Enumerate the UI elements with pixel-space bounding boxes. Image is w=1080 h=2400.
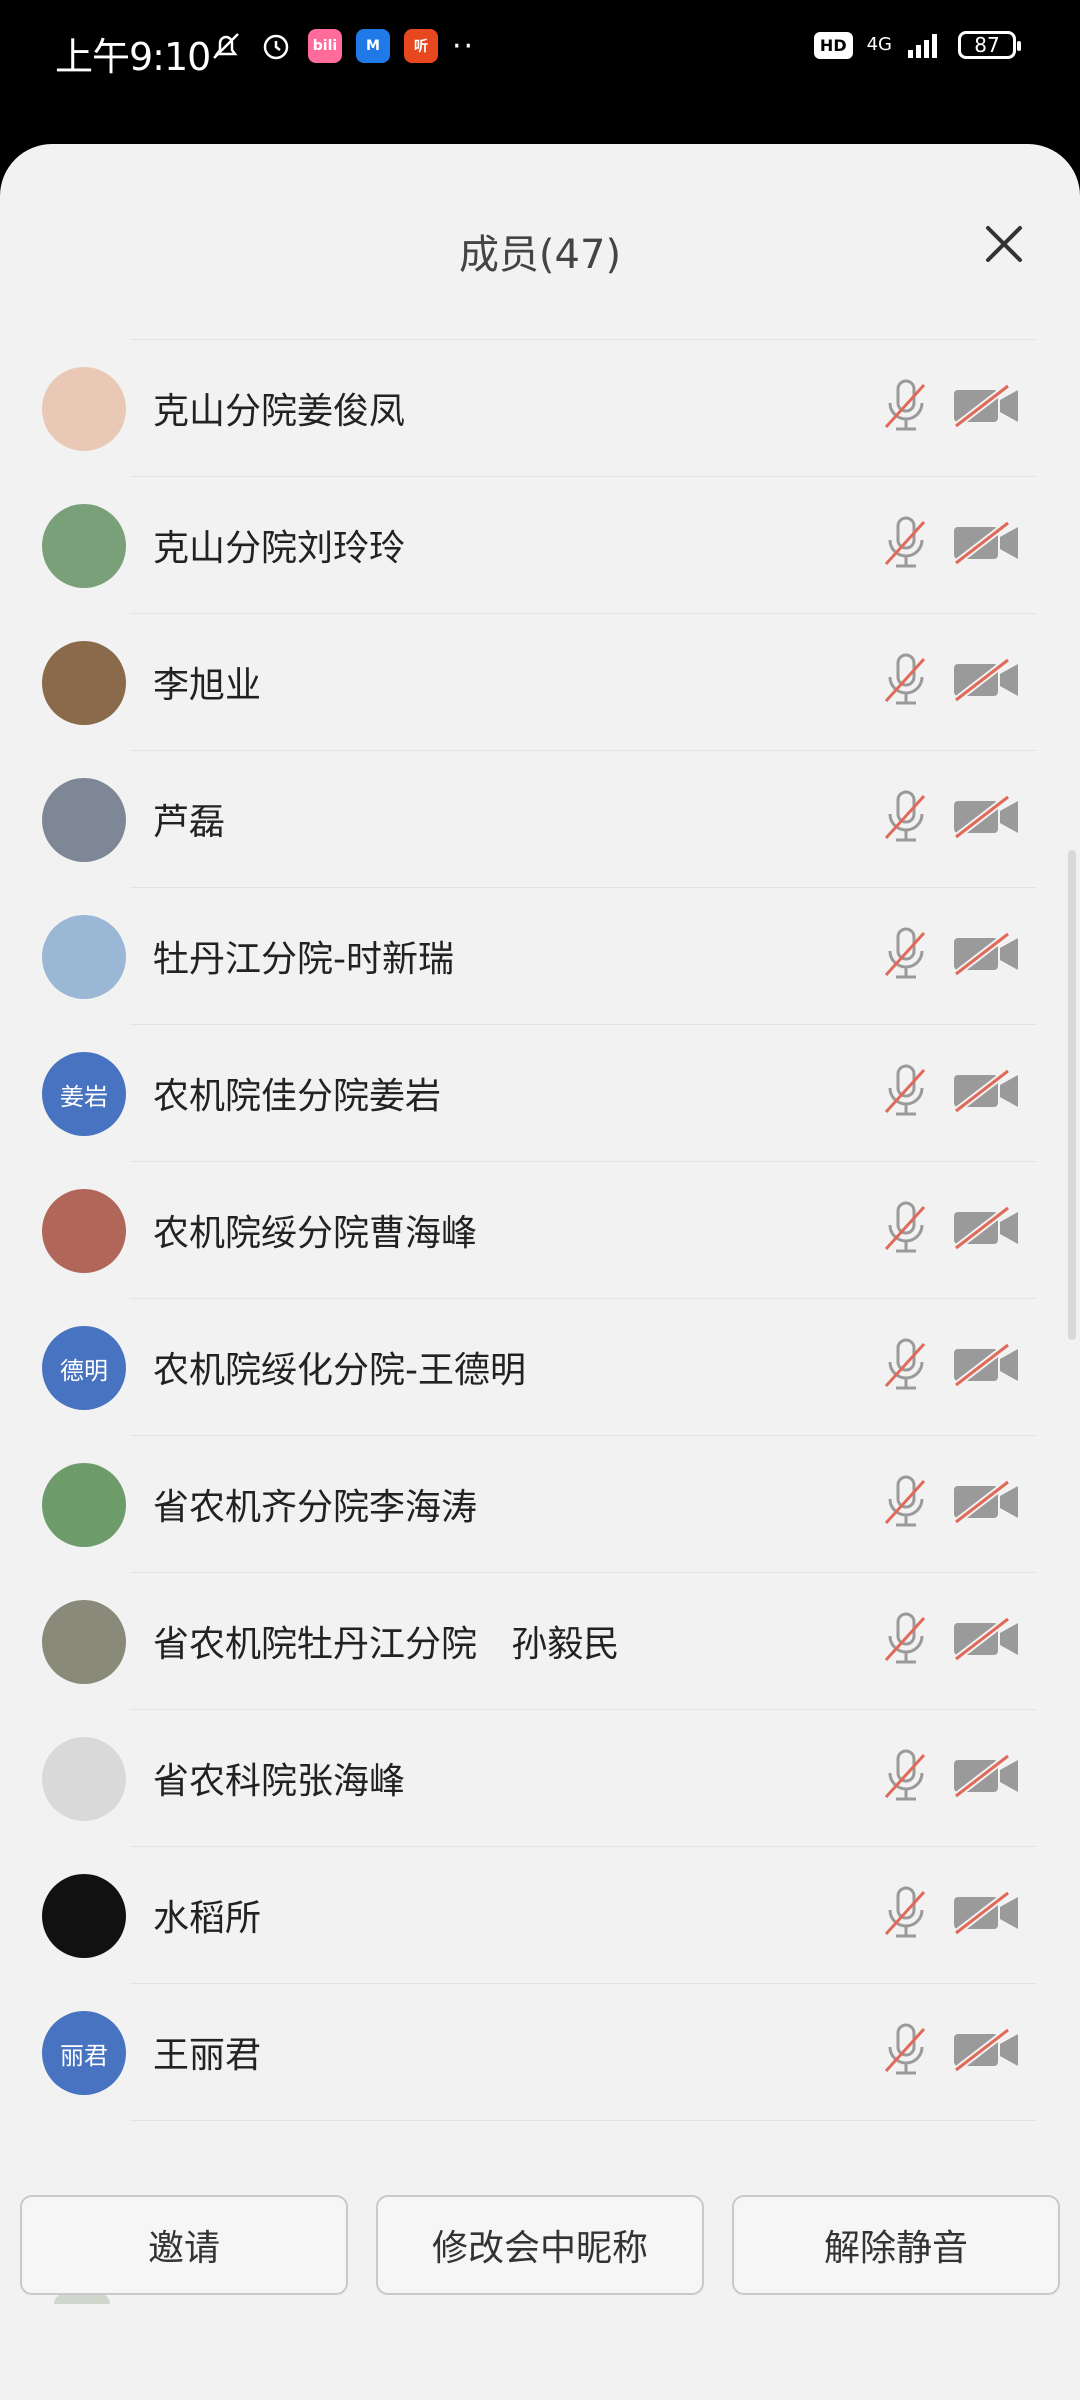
mic-muted-icon[interactable] — [878, 1471, 934, 1531]
member-row[interactable]: 省农科院张海峰 — [0, 1710, 1080, 1847]
battery-icon: 87 — [958, 31, 1021, 59]
member-row[interactable]: 芦磊 — [0, 751, 1080, 888]
member-name: 农机院佳分院姜岩 — [153, 1076, 442, 1117]
mic-muted-icon[interactable] — [878, 1197, 934, 1257]
member-name: 克山分院姜俊凤 — [153, 391, 406, 432]
hd-icon: HD — [813, 31, 853, 59]
member-avatar — [42, 1737, 126, 1821]
network-type: 4G — [866, 34, 892, 55]
camera-off-icon[interactable] — [952, 517, 1022, 567]
member-avatar — [42, 1463, 126, 1547]
member-row[interactable]: 克山分院姜俊凤 — [0, 340, 1080, 477]
member-avatar — [42, 504, 126, 588]
member-row[interactable]: 农机院绥分院曹海峰 — [0, 1162, 1080, 1299]
member-name: 牡丹江分院-时新瑞 — [153, 939, 454, 980]
member-avatar: 丽君 — [42, 2011, 126, 2095]
members-sheet: 成员(47) 克山分院姜俊凤 克山分院刘玲玲 李旭业 芦磊 牡丹江分院-时新瑞 … — [0, 144, 1080, 2400]
status-right-icons: HD 4G 87 — [813, 30, 1021, 60]
member-name: 农机院绥分院曹海峰 — [153, 1213, 478, 1254]
camera-off-icon[interactable] — [952, 1887, 1022, 1937]
member-avatar — [42, 1874, 126, 1958]
mic-muted-icon[interactable] — [878, 1334, 934, 1394]
mic-muted-icon[interactable] — [878, 649, 934, 709]
camera-off-icon[interactable] — [952, 791, 1022, 841]
member-name: 省农机院牡丹江分院 孙毅民 — [153, 1624, 620, 1665]
member-avatar — [42, 1600, 126, 1684]
mic-muted-icon[interactable] — [878, 923, 934, 983]
member-name: 克山分院刘玲玲 — [153, 528, 406, 569]
mic-muted-icon[interactable] — [878, 1882, 934, 1942]
mic-muted-icon[interactable] — [878, 786, 934, 846]
bottom-actions: 邀请 修改会中昵称 解除静音 — [20, 2195, 1060, 2295]
member-name: 农机院绥化分院-王德明 — [153, 1350, 526, 1391]
member-list[interactable]: 克山分院姜俊凤 克山分院刘玲玲 李旭业 芦磊 牡丹江分院-时新瑞 姜岩 农机院佳… — [0, 340, 1080, 2121]
member-row[interactable]: 水稻所 — [0, 1847, 1080, 1984]
status-time: 上午9:10 — [55, 35, 211, 79]
ting-app-icon: 听 — [404, 29, 438, 63]
member-name: 水稻所 — [153, 1898, 262, 1939]
camera-off-icon[interactable] — [952, 1339, 1022, 1389]
mute-bell-icon — [213, 33, 239, 59]
sheet-header: 成员(47) — [0, 144, 1080, 340]
status-left-icons: bili M 听 ·· — [208, 28, 475, 64]
unmute-all-button[interactable]: 解除静音 — [732, 2195, 1060, 2295]
member-avatar — [42, 1189, 126, 1273]
more-notifications-icon: ·· — [452, 28, 476, 64]
close-icon[interactable] — [980, 220, 1028, 268]
row-divider — [130, 2120, 1036, 2121]
app-blue-app-icon: M — [356, 29, 390, 63]
camera-off-icon[interactable] — [952, 1613, 1022, 1663]
member-avatar: 德明 — [42, 1326, 126, 1410]
rename-button[interactable]: 修改会中昵称 — [376, 2195, 704, 2295]
member-row[interactable]: 德明 农机院绥化分院-王德明 — [0, 1299, 1080, 1436]
member-avatar: 姜岩 — [42, 1052, 126, 1136]
mic-muted-icon[interactable] — [878, 2019, 934, 2079]
member-avatar — [42, 641, 126, 725]
alarm-icon — [263, 34, 289, 60]
member-avatar — [42, 915, 126, 999]
signal-icon — [908, 34, 937, 58]
mic-muted-icon[interactable] — [878, 512, 934, 572]
member-row[interactable]: 克山分院刘玲玲 — [0, 477, 1080, 614]
member-row[interactable]: 牡丹江分院-时新瑞 — [0, 888, 1080, 1025]
member-name: 省农科院张海峰 — [153, 1761, 406, 1802]
invite-button[interactable]: 邀请 — [20, 2195, 348, 2295]
mic-muted-icon[interactable] — [878, 1745, 934, 1805]
member-name: 芦磊 — [153, 802, 226, 843]
member-name: 李旭业 — [153, 665, 262, 706]
member-name: 王丽君 — [153, 2035, 262, 2076]
camera-off-icon[interactable] — [952, 1476, 1022, 1526]
status-bar: 上午9:10 bili M 听 ·· HD 4G 87 — [0, 0, 1080, 110]
avatar-initials: 德明 — [60, 1356, 108, 1385]
member-row[interactable]: 李旭业 — [0, 614, 1080, 751]
camera-off-icon[interactable] — [952, 380, 1022, 430]
avatar-initials: 丽君 — [60, 2041, 108, 2070]
mic-muted-icon[interactable] — [878, 1608, 934, 1668]
mic-muted-icon[interactable] — [878, 375, 934, 435]
camera-off-icon[interactable] — [952, 928, 1022, 978]
camera-off-icon[interactable] — [952, 1065, 1022, 1115]
camera-off-icon[interactable] — [952, 2024, 1022, 2074]
camera-off-icon[interactable] — [952, 1202, 1022, 1252]
camera-off-icon[interactable] — [952, 1750, 1022, 1800]
member-row[interactable]: 姜岩 农机院佳分院姜岩 — [0, 1025, 1080, 1162]
scrollbar[interactable] — [1068, 850, 1076, 1340]
member-avatar — [42, 367, 126, 451]
member-avatar — [42, 778, 126, 862]
sheet-title: 成员(47) — [458, 232, 622, 278]
partial-avatar — [54, 2294, 110, 2304]
member-row[interactable]: 省农机齐分院李海涛 — [0, 1436, 1080, 1573]
bilibili-app-icon: bili — [308, 29, 342, 63]
avatar-initials: 姜岩 — [60, 1082, 108, 1111]
camera-off-icon[interactable] — [952, 654, 1022, 704]
mic-muted-icon[interactable] — [878, 1060, 934, 1120]
battery-level: 87 — [974, 33, 1000, 57]
member-name: 省农机齐分院李海涛 — [153, 1487, 478, 1528]
member-row[interactable]: 省农机院牡丹江分院 孙毅民 — [0, 1573, 1080, 1710]
member-row[interactable]: 丽君 王丽君 — [0, 1984, 1080, 2121]
